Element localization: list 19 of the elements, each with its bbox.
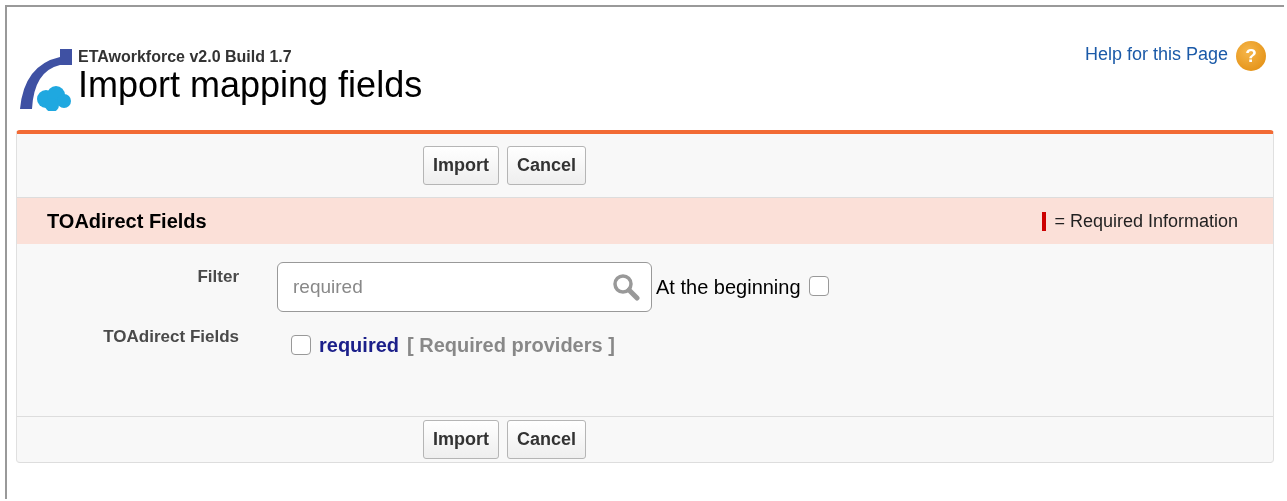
help-link[interactable]: Help for this Page [1084, 41, 1228, 68]
required-marker-icon [1042, 211, 1047, 231]
option-checkbox[interactable] [808, 276, 829, 296]
cancel-button[interactable]: Cancel [507, 145, 587, 186]
option-label: At the beginning [656, 275, 801, 300]
filter-field[interactable]: required [277, 262, 652, 312]
required-legend: = Required Information [1054, 207, 1238, 235]
filter-label: Filter [196, 266, 239, 288]
field-name-link[interactable]: required [319, 330, 400, 360]
cancel-button[interactable]: Cancel [507, 419, 587, 460]
import-button[interactable]: Import [423, 419, 499, 460]
import-button[interactable]: Import [423, 145, 499, 186]
section-title: TOAdirect Fields [47, 209, 207, 234]
page-title: Import mapping fields [78, 65, 423, 105]
field-description: [ Required providers ] [407, 333, 615, 358]
search-icon [612, 273, 640, 301]
fields-label: TOAdirect Fields [102, 326, 239, 348]
field-checkbox[interactable] [291, 335, 311, 355]
app-name: ETAworkforce v2.0 Build 1.7 [78, 49, 293, 65]
